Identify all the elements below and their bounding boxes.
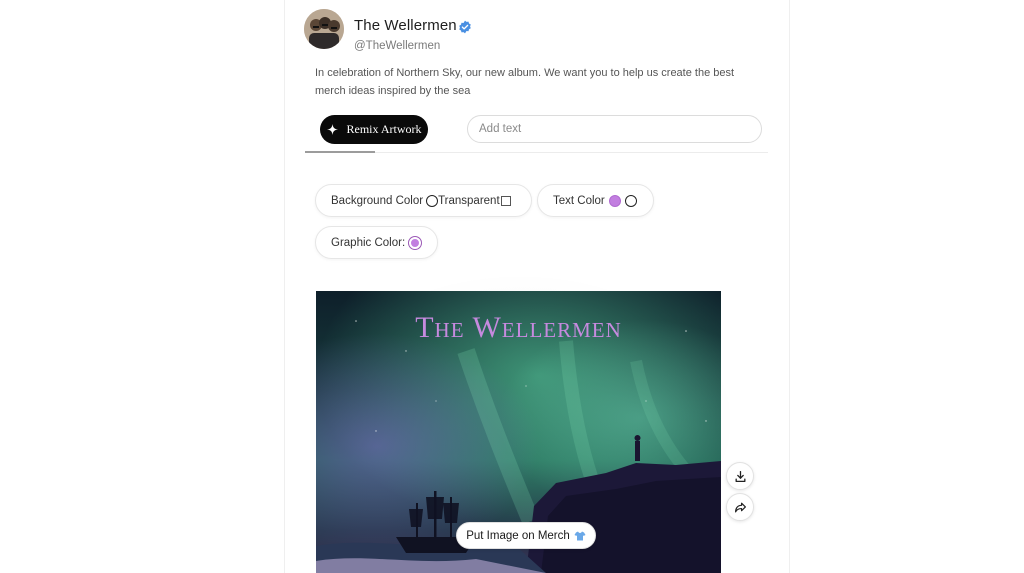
purple-swatch-icon[interactable] (409, 236, 422, 249)
add-text-input[interactable] (467, 115, 762, 143)
artwork-title: The Wellermen (415, 311, 622, 344)
active-tab-indicator (305, 151, 375, 153)
graphic-color-label: Graphic Color: (331, 236, 406, 249)
background-color-option[interactable]: Background Color Transparent (315, 184, 532, 217)
purple-swatch-icon[interactable] (608, 194, 621, 207)
transparent-checkbox-icon[interactable] (500, 195, 511, 206)
transparent-label: Transparent (438, 194, 500, 207)
put-on-merch-label: Put Image on Merch (466, 529, 570, 542)
put-on-merch-button[interactable]: Put Image on Merch (456, 522, 596, 549)
sparkle-icon (326, 124, 338, 135)
remix-artwork-label: Remix Artwork (346, 122, 422, 136)
share-icon (734, 502, 746, 512)
text-color-option[interactable]: Text Color (537, 184, 654, 217)
white-swatch-icon[interactable] (426, 194, 439, 207)
remix-artwork-button[interactable]: Remix Artwork (320, 115, 428, 144)
share-button[interactable] (726, 493, 754, 521)
author-name[interactable]: The Wellermen (354, 17, 457, 34)
text-color-label: Text Color (553, 194, 605, 207)
background-color-label: Background Color (331, 194, 424, 207)
graphic-color-option[interactable]: Graphic Color: (315, 226, 438, 259)
author-avatar[interactable] (304, 9, 344, 49)
post-text: In celebration of Northern Sky, our new … (315, 67, 735, 97)
download-button[interactable] (726, 462, 754, 490)
verified-badge-icon (459, 20, 471, 34)
download-icon (735, 470, 745, 482)
author-handle[interactable]: @TheWellermen (354, 40, 440, 52)
tshirt-icon (574, 531, 586, 540)
white-swatch-icon[interactable] (624, 194, 637, 207)
